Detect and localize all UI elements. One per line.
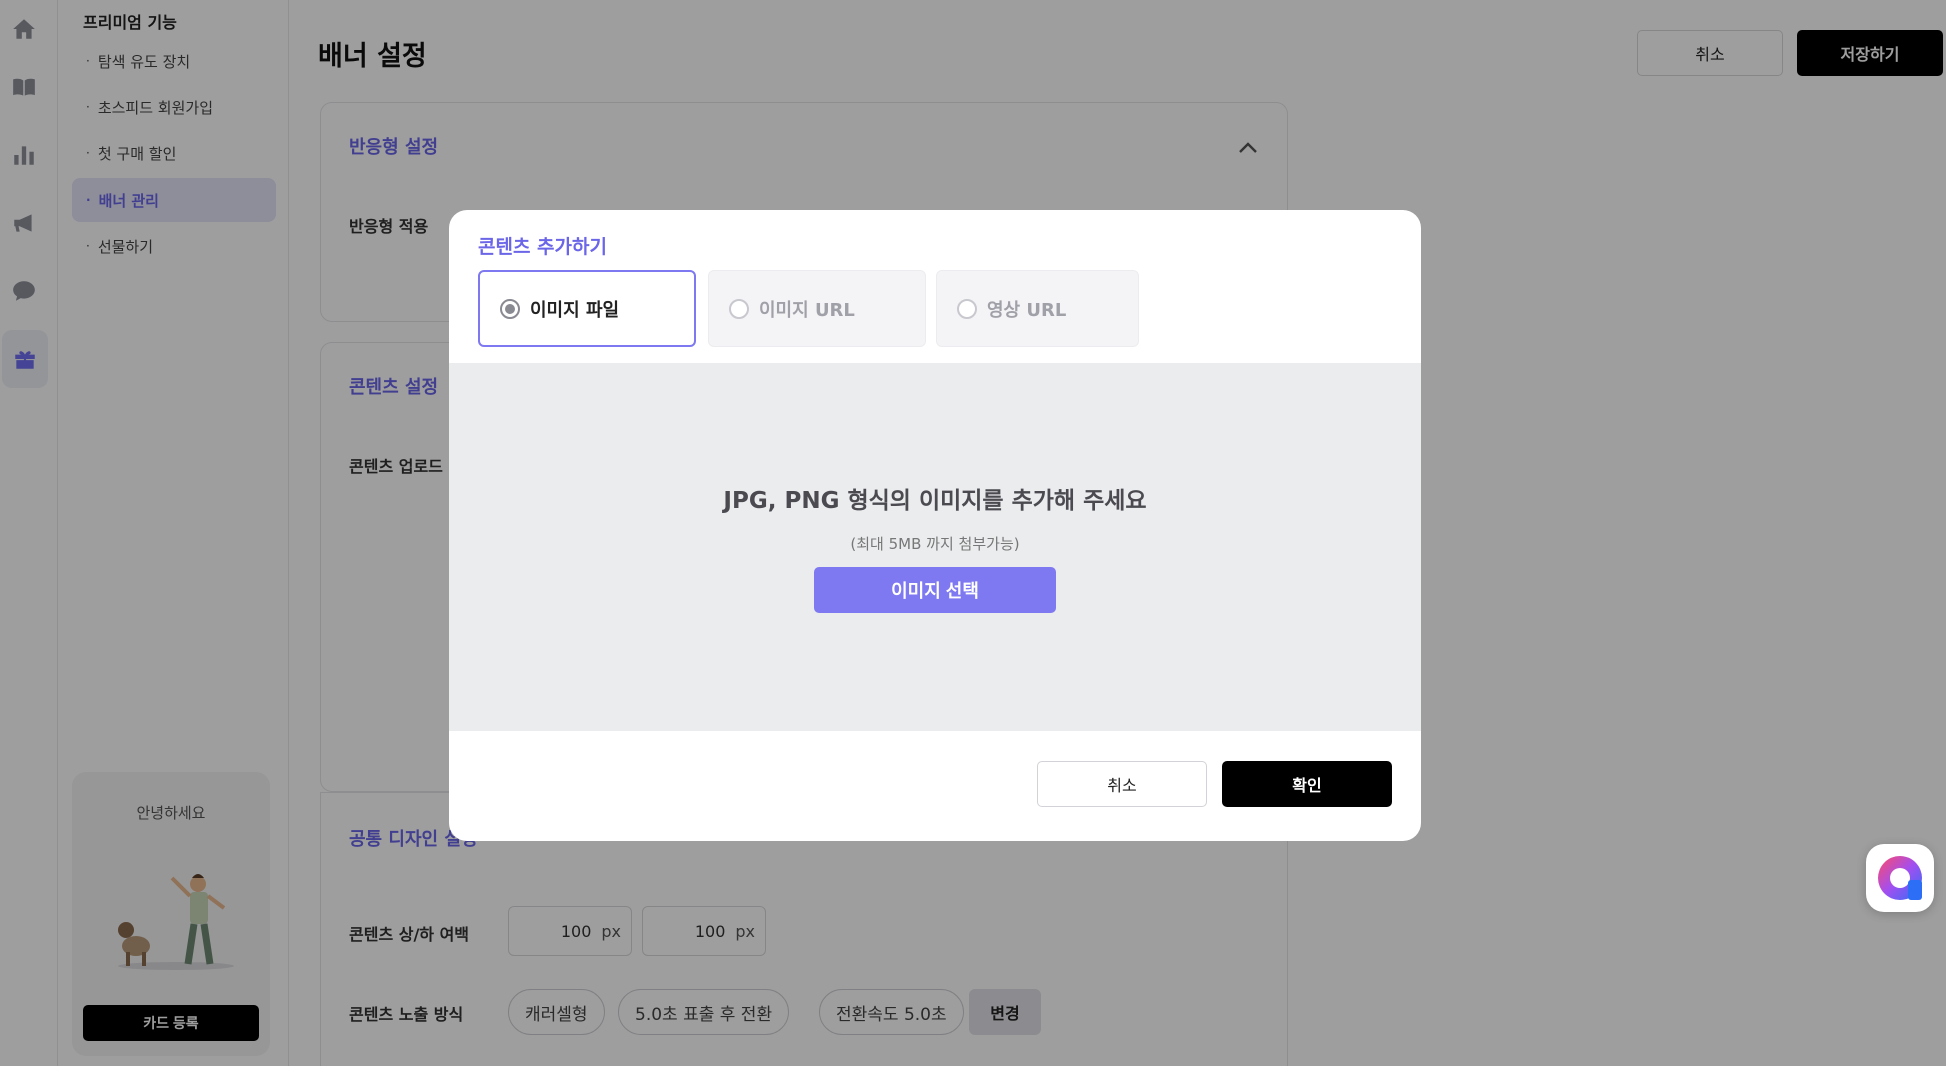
radio-selected-icon <box>500 298 520 319</box>
chat-widget-button[interactable] <box>1866 844 1934 912</box>
tab-label: 이미지 파일 <box>530 299 620 321</box>
tab-image-file[interactable]: 이미지 파일 <box>478 270 696 347</box>
modal-title: 콘텐츠 추가하기 <box>478 236 607 258</box>
add-content-modal: 콘텐츠 추가하기 이미지 파일 이미지 URL 영상 URL JPG, PNG … <box>449 210 1421 841</box>
tab-image-url[interactable]: 이미지 URL <box>708 270 926 347</box>
tab-video-url[interactable]: 영상 URL <box>936 270 1139 347</box>
tab-label: 영상 URL <box>987 299 1067 321</box>
select-image-button[interactable]: 이미지 선택 <box>814 567 1056 613</box>
radio-unselected-icon <box>957 298 977 319</box>
modal-cancel-button[interactable]: 취소 <box>1037 761 1207 807</box>
image-dropzone[interactable]: JPG, PNG 형식의 이미지를 추가해 주세요 (최대 5MB 까지 첨부가… <box>449 363 1421 731</box>
chat-widget-icon <box>1878 856 1922 900</box>
dropzone-text: JPG, PNG 형식의 이미지를 추가해 주세요 <box>723 488 1147 514</box>
modal-confirm-button[interactable]: 확인 <box>1222 761 1392 807</box>
tab-label: 이미지 URL <box>759 299 855 321</box>
dropzone-subtext: (최대 5MB 까지 첨부가능) <box>850 535 1020 553</box>
radio-unselected-icon <box>729 298 749 319</box>
